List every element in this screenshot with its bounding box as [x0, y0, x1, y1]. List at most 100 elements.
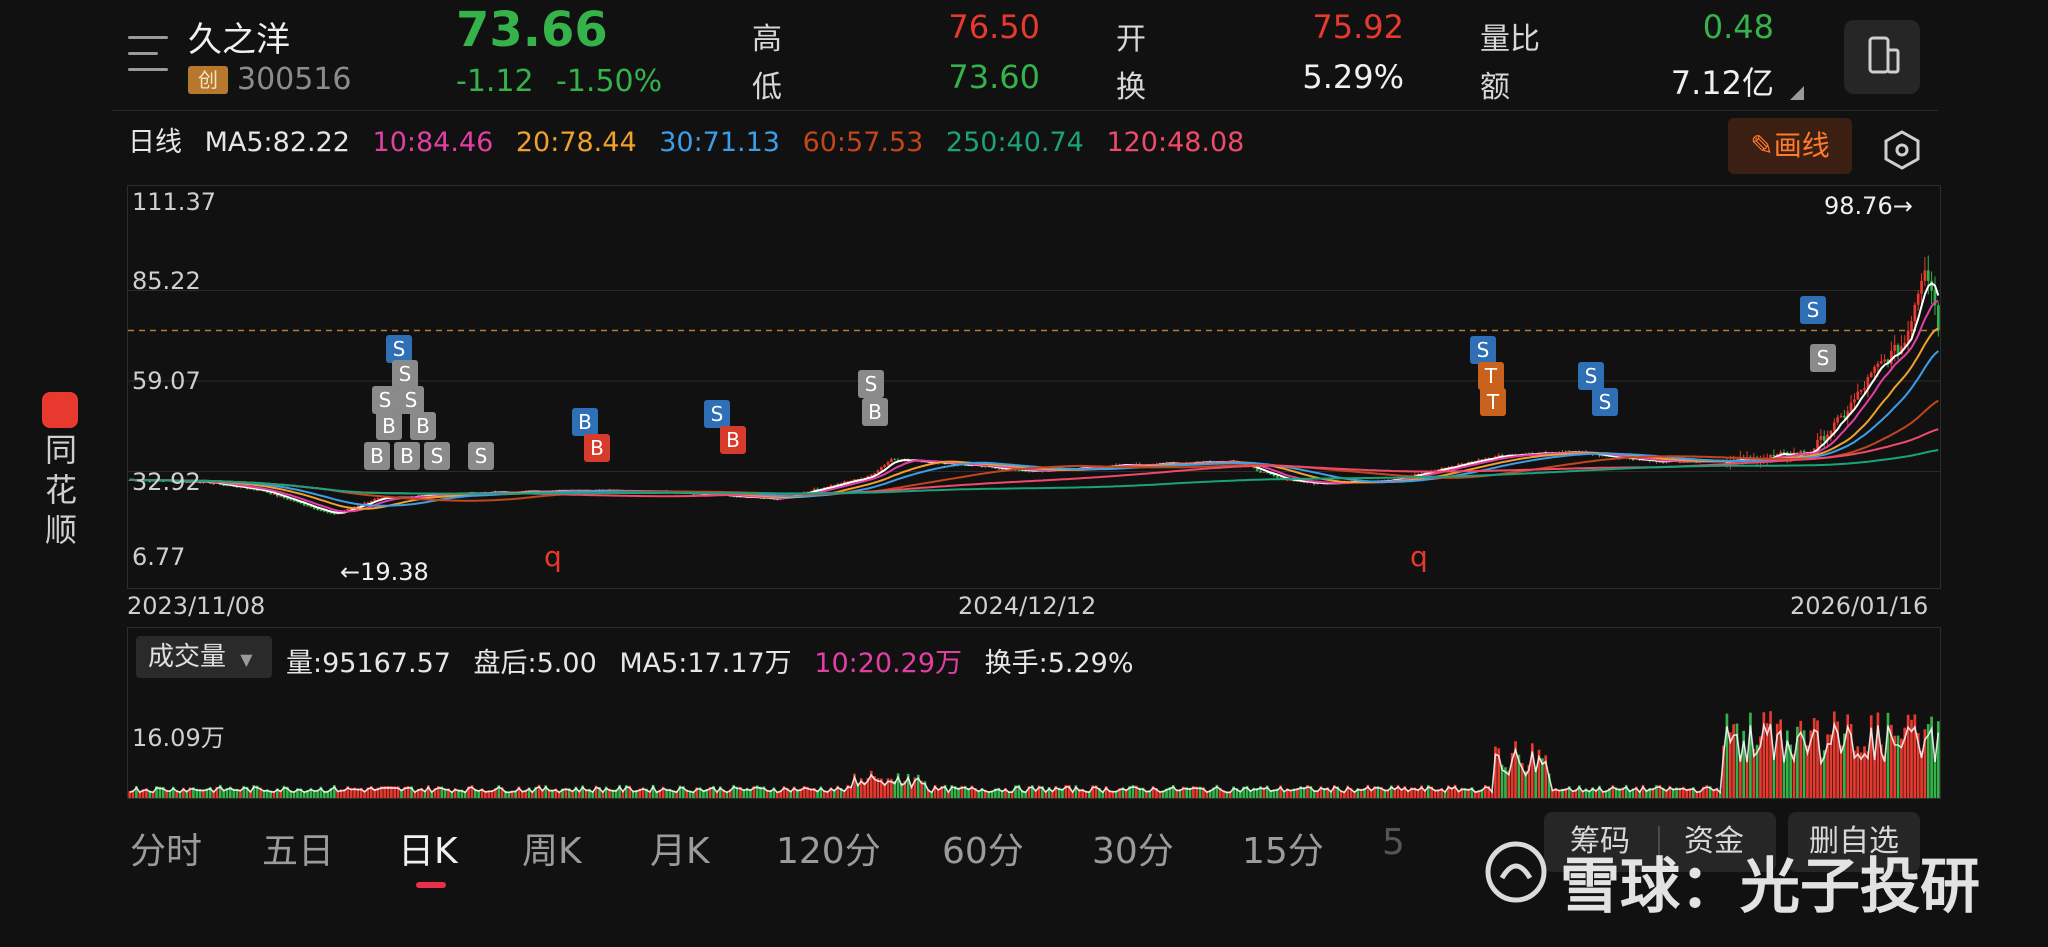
signal-marker[interactable]: B [572, 408, 598, 436]
volume-ratio-label: 量比 [1480, 22, 1540, 57]
tab-intraday[interactable]: 分时 [130, 822, 202, 874]
signal-marker[interactable]: S [386, 335, 412, 363]
low-label: 低 [752, 70, 782, 105]
candle-body [1832, 422, 1836, 431]
landscape-toggle-button[interactable] [1844, 20, 1920, 94]
candle-body [279, 496, 283, 498]
side-brand-text: 同花顺 [44, 431, 77, 549]
phone-rotate-icon [1868, 36, 1900, 74]
signal-marker[interactable]: S [1800, 296, 1826, 324]
tab-60min[interactable]: 60分 [942, 822, 1024, 874]
candle-body [222, 484, 225, 486]
signal-marker[interactable]: B [862, 398, 888, 426]
candle-body [1497, 455, 1501, 457]
candle-body [1772, 454, 1776, 456]
event-marker-icon[interactable]: q [544, 540, 562, 573]
candle-body [1849, 402, 1853, 412]
signal-marker[interactable]: S [1470, 336, 1496, 364]
signal-marker[interactable]: B [364, 442, 390, 470]
candle-body [296, 501, 299, 503]
hexagon-settings-icon[interactable] [1880, 128, 1924, 172]
tab-15min[interactable]: 15分 [1242, 822, 1324, 874]
candle-body [1863, 388, 1866, 390]
tab-weekly-k[interactable]: 周K [522, 822, 582, 874]
tab-5min[interactable]: 5 [1382, 822, 1405, 863]
signal-marker[interactable]: S [1578, 362, 1604, 390]
candle-body [1275, 475, 1279, 478]
ma250-value: 250:40.74 [945, 127, 1084, 158]
pencil-icon: ✎ [1750, 129, 1774, 162]
candle-body [1920, 280, 1923, 294]
tab-30min[interactable]: 30分 [1092, 822, 1174, 874]
candle-body [1916, 293, 1920, 305]
amount-value: 7.12亿 [1670, 64, 1774, 102]
volume-ratio-value: 0.48 [1702, 8, 1774, 46]
draw-line-button[interactable]: ✎画线 [1728, 118, 1852, 174]
ma10-value: 10:84.46 [372, 127, 494, 158]
x-axis-label-start: 2023/11/08 [127, 592, 266, 620]
event-marker-icon[interactable]: q [1410, 540, 1428, 573]
signal-marker[interactable]: B [394, 442, 420, 470]
last-price: 73.66 [456, 2, 608, 58]
candle-body [1913, 304, 1917, 322]
ma20-value: 20:78.44 [515, 127, 637, 158]
signal-marker[interactable]: S [424, 442, 450, 470]
signal-marker[interactable]: T [1478, 362, 1504, 390]
signal-marker[interactable]: T [1480, 388, 1506, 416]
candle-body [890, 459, 893, 463]
signal-marker[interactable]: B [720, 426, 746, 454]
candle-body [1873, 366, 1876, 373]
ma30-value: 30:71.13 [659, 127, 780, 158]
y-axis-label-4: 32.92 [132, 468, 201, 496]
tab-five-day[interactable]: 五日 [262, 822, 334, 874]
high-label: 高 [752, 22, 782, 57]
signal-marker[interactable]: S [392, 360, 418, 388]
x-axis-label-mid: 2024/12/12 [958, 592, 1097, 620]
signal-marker[interactable]: B [584, 434, 610, 462]
candle-body [1829, 430, 1833, 435]
board-badge: 创 [188, 66, 228, 94]
high-marker: 98.76→ [1824, 192, 1913, 220]
candle-body [1859, 389, 1863, 392]
candle-body [289, 499, 293, 501]
signal-marker[interactable]: S [1810, 344, 1836, 372]
menu-icon[interactable] [128, 34, 172, 74]
tab-monthly-k[interactable]: 月K [650, 822, 710, 874]
watermark-text: 雪球：光子投研 [1560, 852, 1980, 922]
candle-body [272, 493, 276, 495]
signal-marker[interactable]: B [410, 412, 436, 440]
indicator-selector[interactable]: 成交量 ▼ [136, 636, 272, 678]
signal-marker[interactable]: S [858, 370, 884, 398]
candle-body [879, 466, 883, 471]
candle-body [269, 492, 272, 495]
turnover-value: 5.29% [1302, 58, 1404, 96]
signal-marker[interactable]: S [468, 442, 494, 470]
turnover-label: 换 [1116, 70, 1146, 105]
signal-marker[interactable]: S [704, 400, 730, 428]
period-label: 日线 [128, 127, 182, 158]
candle-body [376, 498, 380, 500]
candle-body [1893, 344, 1897, 351]
y-axis-label-2: 85.22 [132, 267, 201, 295]
signal-marker[interactable]: B [376, 412, 402, 440]
price-change: -1.12 [456, 64, 534, 99]
candle-body [306, 505, 309, 507]
ma120-value: 120:48.08 [1106, 127, 1245, 158]
vol-ma5-value: MA5:17.17万 [619, 648, 792, 679]
vol-ma10-value: 10:20.29万 [814, 648, 963, 679]
signal-marker[interactable]: S [372, 386, 398, 414]
xueqiu-logo-icon [1485, 841, 1547, 903]
tab-120min[interactable]: 120分 [776, 822, 881, 874]
candle-body [997, 468, 1001, 470]
candle-body [1883, 359, 1886, 362]
signal-marker[interactable]: S [1592, 388, 1618, 416]
candle-body [1853, 399, 1856, 403]
candle-body [1769, 454, 1772, 458]
candle-body [1843, 415, 1846, 418]
turnover-rate-value: 换手:5.29% [984, 648, 1134, 679]
signal-marker[interactable]: S [398, 386, 424, 414]
x-axis-label-end: 2026/01/16 [1790, 592, 1929, 620]
tab-daily-k[interactable]: 日K [398, 822, 458, 874]
candle-body [1678, 462, 1682, 464]
dropdown-caret-icon: ▼ [240, 650, 253, 669]
